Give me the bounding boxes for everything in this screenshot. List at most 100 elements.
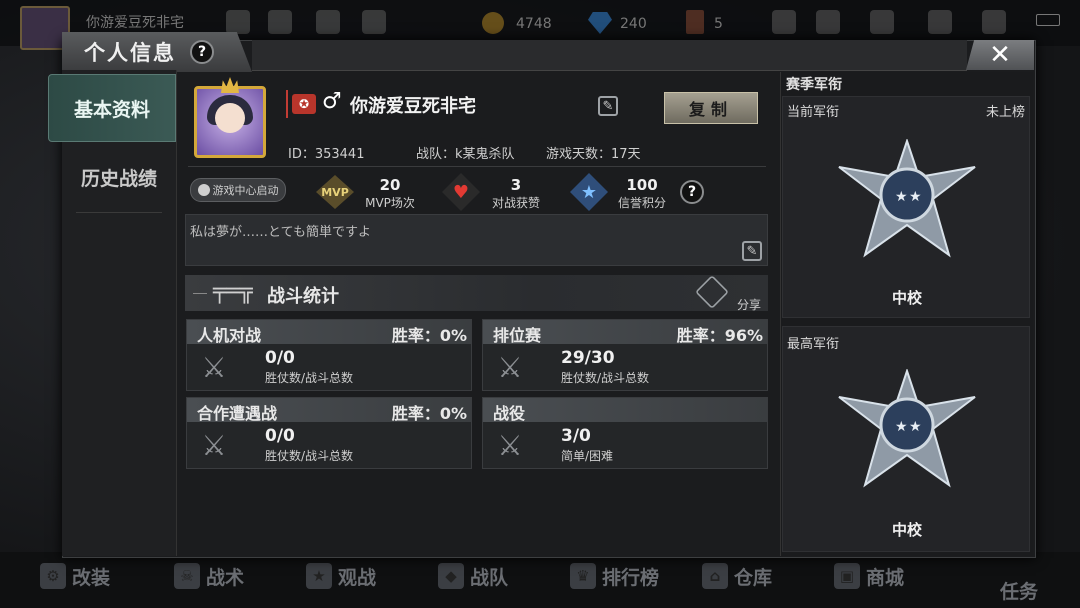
bottom-nav-warehouse[interactable]: ⌂ 仓库 bbox=[702, 560, 772, 592]
crossed-swords-icon: ⚔ bbox=[201, 429, 227, 462]
game-center-icon bbox=[197, 184, 210, 196]
battery-icon bbox=[1036, 14, 1060, 26]
dialog-title: 个人信息 bbox=[84, 41, 176, 65]
home-icon[interactable] bbox=[226, 10, 250, 34]
stat-card-ranked: 排位赛 胜率：96% ⚔ 29/30 胜仗数/战斗总数 bbox=[482, 319, 768, 391]
bottom-nav-team[interactable]: ◆ 战队 bbox=[438, 560, 508, 592]
bottom-nav-modify[interactable]: ⚙ 改装 bbox=[40, 560, 110, 592]
share-label[interactable]: 分享 bbox=[737, 296, 761, 313]
add-icon[interactable] bbox=[772, 10, 796, 34]
header-dash bbox=[193, 293, 207, 294]
player-id: ID：353441 bbox=[288, 147, 365, 162]
help-button[interactable]: ? bbox=[190, 40, 214, 64]
credit-score: 100 bbox=[626, 176, 658, 194]
shop-icon: ▣ bbox=[834, 563, 860, 589]
book-icon[interactable] bbox=[982, 10, 1006, 34]
nav-divider bbox=[76, 212, 162, 213]
credit-label: 信誉积分 bbox=[617, 196, 666, 210]
star-icon: ★ bbox=[306, 563, 332, 589]
rank-emblem-icon: ★ ★ bbox=[838, 369, 976, 488]
likes-count: 3 bbox=[510, 176, 522, 194]
stat-card-coop: 合作遭遇战 胜率：0% ⚔ 0/0 胜仗数/战斗总数 bbox=[186, 397, 472, 469]
bottom-nav-leaderboard[interactable]: ♛ 排行榜 bbox=[570, 560, 659, 592]
mvp-count: 20 bbox=[379, 176, 401, 194]
dialog-title-strip bbox=[252, 40, 967, 71]
copy-button[interactable]: 复制 bbox=[664, 92, 758, 124]
warehouse-icon: ⌂ bbox=[702, 563, 728, 589]
card-win-rate: 胜率：96% bbox=[676, 326, 763, 345]
card-value: 0/0 bbox=[265, 348, 295, 368]
current-rank-status: 未上榜 bbox=[985, 105, 1025, 120]
grid-menu-icon[interactable] bbox=[362, 10, 386, 34]
divider bbox=[188, 166, 766, 167]
player-avatar[interactable] bbox=[194, 77, 266, 158]
player-name: 你游爱豆死非宅 bbox=[350, 96, 476, 117]
card-sublabel: 胜仗数/战斗总数 bbox=[265, 449, 354, 463]
play-days: 游戏天数：17天 bbox=[546, 147, 641, 162]
svg-text:★: ★ bbox=[909, 419, 922, 435]
player-team: 战队：k某鬼杀队 bbox=[416, 147, 515, 162]
share-icon[interactable] bbox=[695, 275, 729, 309]
current-rank-name: 中校 bbox=[891, 289, 922, 307]
bottom-nav-label: 观战 bbox=[338, 566, 377, 589]
settings-gear-icon[interactable] bbox=[928, 10, 952, 34]
card-value: 3/0 bbox=[561, 426, 591, 446]
bottom-nav-shop[interactable]: ▣ 商城 bbox=[834, 560, 904, 592]
avatar-face bbox=[215, 103, 245, 133]
credit-help-button[interactable]: ? bbox=[680, 180, 704, 204]
bottom-nav-label: 商城 bbox=[866, 566, 905, 589]
current-rank-box: 当前军衔 未上榜 ★ ★ 中校 bbox=[782, 96, 1030, 318]
bottom-nav-missions[interactable]: 任务 bbox=[1000, 574, 1038, 606]
edit-signature-icon[interactable]: ✎ bbox=[742, 241, 762, 261]
card-sublabel: 胜仗数/战斗总数 bbox=[561, 371, 650, 385]
friends-icon[interactable] bbox=[816, 10, 840, 34]
tab-history-record[interactable]: 历史战绩 bbox=[62, 144, 176, 210]
gift-icon[interactable] bbox=[316, 10, 340, 34]
wrench-icon: ⚙ bbox=[40, 563, 66, 589]
character-icon[interactable] bbox=[268, 10, 292, 34]
name-accent-bar bbox=[286, 90, 288, 118]
dialog-title-tab: 个人信息 ? bbox=[62, 32, 252, 72]
bottom-nav-label: 排行榜 bbox=[602, 566, 660, 589]
top-player-name: 你游爱豆死非宅 bbox=[86, 15, 184, 31]
bottom-nav-label: 改装 bbox=[72, 566, 111, 589]
ticket-amount: 5 bbox=[714, 16, 723, 32]
crossed-swords-icon: ⚔ bbox=[497, 429, 523, 462]
trophy-icon: ♛ bbox=[570, 563, 596, 589]
likes-label: 对战获赞 bbox=[491, 196, 540, 210]
season-rank-title: 赛季军衔 bbox=[786, 77, 842, 93]
signature-text: 私は夢が……とても簡単ですよ bbox=[190, 225, 371, 240]
bottom-nav-spectate[interactable]: ★ 观战 bbox=[306, 560, 376, 592]
card-value: 0/0 bbox=[265, 426, 295, 446]
military-rank-icon: ✪ bbox=[292, 94, 316, 114]
side-nav bbox=[62, 70, 177, 556]
game-center-launch-button[interactable]: 游戏中心启动 bbox=[190, 178, 286, 202]
shield-icon: ◆ bbox=[438, 563, 464, 589]
battle-stats-header: ╤═╦ 战斗统计 分享 bbox=[185, 275, 768, 313]
card-category: 战役 bbox=[493, 404, 526, 423]
svg-text:★: ★ bbox=[895, 189, 908, 205]
crossed-swords-icon: ⚔ bbox=[497, 351, 523, 384]
close-button[interactable]: ✕ bbox=[966, 40, 1034, 70]
bottom-nav-label: 战术 bbox=[206, 566, 245, 589]
card-win-rate: 胜率：0% bbox=[391, 404, 467, 423]
gold-amount: 4748 bbox=[516, 16, 552, 32]
bottom-nav-tactics[interactable]: ☠ 战术 bbox=[174, 560, 244, 592]
card-header bbox=[483, 398, 767, 422]
bottom-nav-label: 仓库 bbox=[734, 566, 773, 589]
svg-text:★: ★ bbox=[895, 419, 908, 435]
svg-text:★: ★ bbox=[909, 189, 922, 205]
crossed-swords-icon: ⚔ bbox=[201, 351, 227, 384]
mail-icon[interactable] bbox=[870, 10, 894, 34]
highest-rank-box: 最高军衔 ★ ★ 中校 bbox=[782, 326, 1030, 552]
ticket-icon bbox=[686, 10, 704, 34]
edit-name-icon[interactable]: ✎ bbox=[598, 96, 618, 116]
card-category: 排位赛 bbox=[493, 326, 542, 345]
bottom-nav-bar bbox=[0, 552, 1080, 608]
card-category: 人机对战 bbox=[197, 326, 262, 345]
signature-box[interactable]: 私は夢が……とても簡単ですよ ✎ bbox=[185, 214, 768, 266]
tab-basic-info[interactable]: 基本资料 bbox=[48, 74, 176, 142]
highest-rank-name: 中校 bbox=[891, 521, 922, 539]
highest-rank-label: 最高军衔 bbox=[787, 337, 840, 352]
card-sublabel: 简单/困难 bbox=[561, 449, 614, 463]
